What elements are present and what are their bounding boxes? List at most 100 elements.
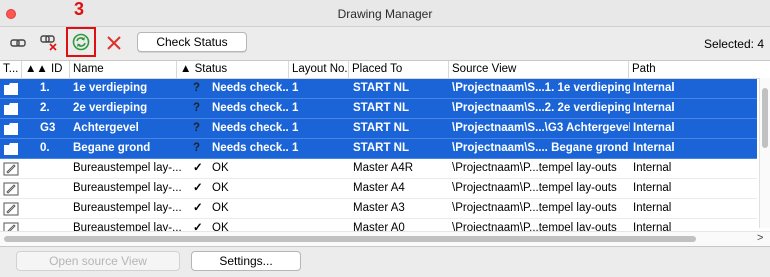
window-title: Drawing Manager [337,7,433,21]
table-row[interactable]: 2. 2e verdieping? Needs check... 1 START NL \… [0,99,757,119]
row-status: Needs check... [212,82,288,94]
row-status-icon: ✓ [193,182,203,194]
table-row[interactable]: Bureaustempel lay-... ✓ OK Master A4 \Projec… [0,179,757,199]
row-name: 1e verdieping [73,82,148,94]
row-id [40,179,70,198]
drawing-page-icon [3,199,23,218]
row-path: Internal [633,162,672,174]
drawing-folder-icon [3,139,23,158]
row-status: Needs check... [212,142,288,154]
row-path: Internal [633,82,675,94]
row-id [40,159,70,178]
row-source-view: \Projectnaam\P...tempel lay-outs [452,162,617,174]
row-name: Bureaustempel lay-... [73,162,182,174]
row-status: OK [212,202,229,214]
drawing-folder-icon [3,99,23,118]
selected-count: Selected: 4 [703,37,764,51]
row-placed-to: Master A3 [353,202,405,214]
row-layout-no: 1 [292,122,299,134]
row-layout-no: 1 [292,102,299,114]
row-source-view: \Projectnaam\S...2. 2e verdieping [452,102,630,114]
refresh-button[interactable] [66,27,96,57]
row-placed-to: START NL [353,82,410,94]
annotation-number: 3 [74,0,85,19]
row-status: OK [212,162,229,174]
row-placed-to: Master A4 [353,182,405,194]
row-name: 2e verdieping [73,102,148,114]
row-layout-no [292,179,348,198]
drawing-page-icon [3,179,23,198]
row-layout-no: 1 [292,82,299,94]
row-status: Needs check... [212,122,288,134]
drawing-folder-icon [3,119,23,138]
row-path: Internal [633,202,672,214]
header-path[interactable]: Path [629,61,760,78]
row-layout-no: 1 [292,142,299,154]
open-source-view-button[interactable]: Open source View [16,251,180,271]
row-placed-to: Master A4R [353,162,414,174]
row-source-view: \Projectnaam\S...\G3 Achtergevel [452,122,630,134]
header-layout-no[interactable]: Layout No. [289,61,349,78]
header-placed-to[interactable]: Placed To [349,61,449,78]
table-row[interactable]: Bureaustempel lay-... ✓ OK Master A4R \Proje… [0,159,757,179]
row-status-icon: ✓ [193,162,203,174]
row-status: Needs check... [212,102,288,114]
table-row[interactable]: 0. Begane grond? Needs check... 1 START NL \P… [0,139,757,159]
row-path: Internal [633,122,675,134]
settings-button[interactable]: Settings... [191,251,301,271]
toolbar: Check Status Selected: 4 [0,27,770,60]
row-status: OK [212,182,229,194]
row-name: Bureaustempel lay-... [73,202,182,214]
drawing-folder-icon [3,79,23,98]
refresh-icon [72,33,90,51]
delete-icon[interactable] [103,33,125,53]
row-placed-to: START NL [353,102,410,114]
link-icon[interactable] [8,33,30,53]
check-status-button[interactable]: Check Status [137,32,247,52]
table-row[interactable]: Bureaustempel lay-... ✓ OK Master A3 \Projec… [0,199,757,219]
row-id: G3 [40,122,56,134]
horizontal-scrollbar[interactable]: > [0,231,770,246]
row-layout-no [292,159,348,178]
row-id: 1. [40,82,50,94]
row-status-icon: ✓ [193,202,203,214]
drawing-page-icon [3,159,23,178]
row-source-view: \Projectnaam\P...tempel lay-outs [452,182,617,194]
row-placed-to: START NL [353,122,410,134]
row-id [40,199,70,218]
row-status-icon: ? [193,102,201,114]
table-row[interactable]: G3 Achtergevel? Needs check... 1 START NL \Pr… [0,119,757,139]
row-source-view: \Projectnaam\S...1. 1e verdieping [452,82,630,94]
row-name: Bureaustempel lay-... [73,182,182,194]
row-status-icon: ? [193,122,201,134]
row-status-icon: ? [193,82,201,94]
vertical-scrollbar[interactable] [759,78,770,228]
row-id: 0. [40,142,50,154]
row-placed-to: START NL [353,142,410,154]
table-row[interactable]: 1. 1e verdieping? Needs check... 1 START NL \… [0,79,757,99]
header-type[interactable]: T... [0,61,22,78]
row-path: Internal [633,182,672,194]
header-status[interactable]: ▲ Status [177,61,289,78]
row-id: 2. [40,102,50,114]
header-id[interactable]: ▲▲ ID [22,61,70,78]
row-path: Internal [633,102,675,114]
title-bar: Drawing Manager 3 [0,0,770,27]
row-status-icon: ? [193,142,201,154]
row-layout-no [292,199,348,218]
header-source-view[interactable]: Source View [449,61,629,78]
drawing-manager-window: Drawing Manager 3 Check Status Selected:… [0,0,770,277]
row-name: Achtergevel [73,122,139,134]
table-body: 1. 1e verdieping? Needs check... 1 START NL \… [0,79,757,239]
drawings-table: T... ▲▲ ID Name ▲ Status Layout No. Plac… [0,60,770,247]
row-path: Internal [633,142,675,154]
horizontal-scroll-thumb[interactable] [4,236,696,242]
chevron-right-icon[interactable]: > [757,232,763,244]
unlink-icon[interactable] [38,33,60,53]
row-source-view: \Projectnaam\S.... Begane grond [452,142,629,154]
vertical-scroll-thumb[interactable] [762,88,768,148]
row-name: Begane grond [73,142,151,154]
header-name[interactable]: Name [70,61,177,78]
table-header: T... ▲▲ ID Name ▲ Status Layout No. Plac… [0,61,760,79]
row-source-view: \Projectnaam\P...tempel lay-outs [452,202,617,214]
